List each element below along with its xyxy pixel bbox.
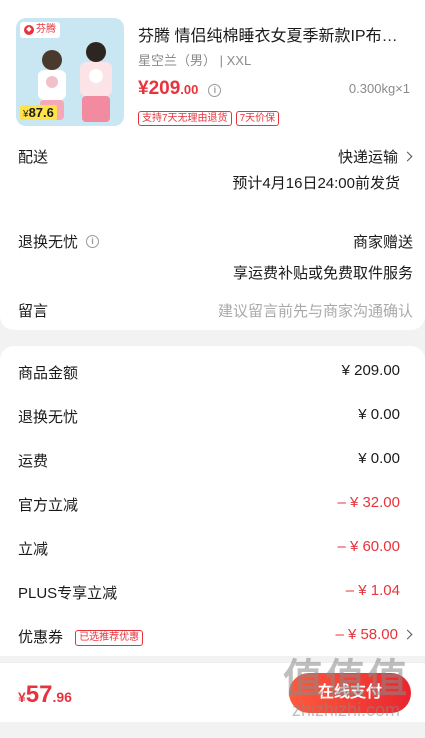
service-tag: 7天价保: [235, 111, 280, 126]
amount-value: – ¥ 1.04: [345, 582, 400, 599]
currency-symbol: ¥: [18, 689, 26, 705]
returns-label-text: 退换无忧: [18, 234, 79, 251]
message-label: 留言: [18, 303, 49, 320]
amount-label: 退换无忧: [18, 409, 79, 426]
chevron-right-icon: [402, 151, 413, 162]
product-thumbnail[interactable]: ◆ 芬腾 ¥87.6: [16, 18, 124, 126]
info-icon[interactable]: i: [208, 84, 222, 97]
amount-value: – ¥ 32.00: [337, 494, 400, 511]
amount-value: – ¥ 60.00: [337, 538, 400, 555]
pay-button[interactable]: 在线支付: [289, 673, 411, 713]
returns-value[interactable]: 商家赠送: [353, 231, 413, 252]
amount-card: 商品金额 ¥ 209.00 退换无忧 ¥ 0.00 运费 ¥ 0.00 官方立减…: [0, 346, 425, 656]
amount-value: ¥ 0.00: [358, 450, 400, 467]
chevron-right-icon: [402, 629, 413, 640]
price-decimal: .00: [180, 82, 199, 97]
person-illustration-icon: [80, 42, 112, 122]
amount-label: 官方立减: [18, 497, 79, 514]
amount-label: 立减: [18, 541, 49, 558]
amount-label: 运费: [18, 453, 49, 470]
delivery-method[interactable]: 快递运输: [337, 146, 413, 167]
product-price: ¥209 .00 i: [138, 78, 222, 100]
delivery-label: 配送: [18, 149, 49, 166]
returns-desc: 享运费补贴或免费取件服务: [232, 265, 413, 282]
service-tags: 支持7天无理由退货 7天价保: [138, 111, 280, 126]
message-input[interactable]: 建议留言前先与商家沟通确认: [218, 300, 413, 321]
delivery-eta: 预计4月16日24:00前发货: [232, 175, 400, 192]
amount-value: ¥ 209.00: [341, 362, 400, 379]
thumbnail-price: ¥87.6: [20, 105, 57, 120]
info-icon[interactable]: i: [86, 235, 100, 248]
price-integer: ¥209: [138, 78, 181, 99]
amount-label: 商品金额: [18, 365, 79, 382]
returns-label: 退换无忧 i: [18, 231, 100, 252]
product-title[interactable]: 芬腾 情侣纯棉睡衣女夏季新款IP布…: [138, 22, 408, 46]
amount-value: ¥ 0.00: [358, 406, 400, 423]
order-card: ◆ 芬腾 ¥87.6 芬腾 情侣纯棉睡衣女夏季新款IP布… 星空兰（男） | X…: [0, 0, 425, 330]
total-decimal: .96: [52, 689, 72, 705]
amount-label: PLUS专享立减: [18, 585, 118, 602]
checkout-bar: ¥ 57 .96 在线支付: [0, 662, 425, 722]
coupon-badge: 已选推荐优惠: [75, 630, 144, 647]
brand-tag: ◆ 芬腾: [20, 22, 60, 38]
coupon-value-text: – ¥ 58.00: [335, 626, 398, 643]
total-integer: 57: [25, 681, 53, 708]
total-price: ¥ 57 .96: [18, 681, 72, 709]
delivery-method-text: 快递运输: [337, 149, 398, 166]
coupon-row[interactable]: 优惠券 已选推荐优惠: [18, 626, 144, 647]
product-weight: 0.300kg×1: [348, 81, 410, 96]
product-spec: 星空兰（男） | XXL: [138, 53, 252, 68]
service-tag: 支持7天无理由退货: [138, 111, 232, 126]
coupon-value[interactable]: – ¥ 58.00: [335, 626, 413, 643]
brand-tag-label: 芬腾: [36, 24, 56, 35]
brand-logo-icon: ◆: [24, 25, 34, 35]
coupon-label: 优惠券: [18, 629, 64, 646]
